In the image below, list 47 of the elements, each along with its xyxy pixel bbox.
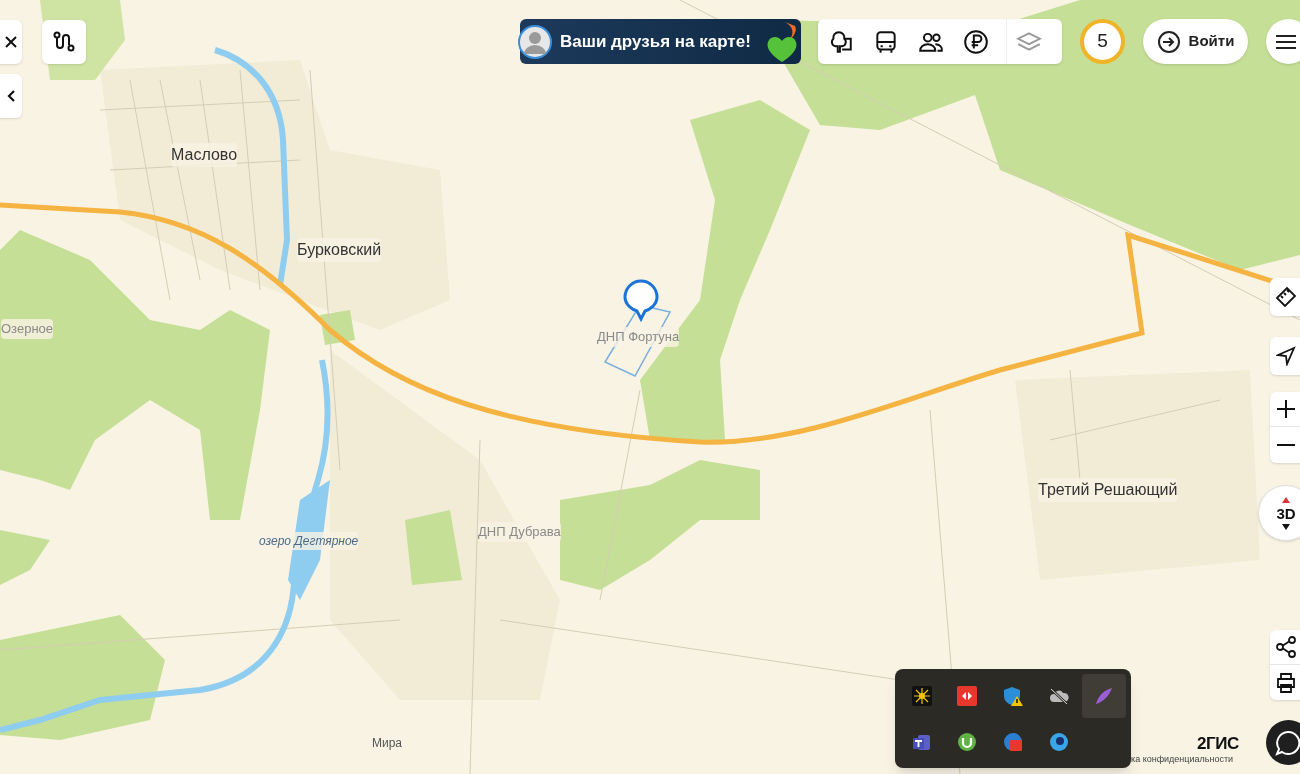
locate-button[interactable]: [1270, 337, 1300, 375]
map-label: Маслово: [171, 143, 238, 167]
collapse-button[interactable]: [0, 74, 22, 118]
menu-icon: [1276, 33, 1296, 50]
map-label: Третий Решающий: [1038, 478, 1178, 502]
ruler-button[interactable]: [1270, 278, 1300, 316]
share-icon: [1275, 636, 1297, 658]
plus-icon: [1277, 400, 1295, 418]
map-label: ДНП Фортуна: [597, 327, 680, 347]
remote-desktop-icon: [957, 686, 978, 706]
teams-icon: [911, 732, 932, 752]
cloud-off-icon: [1048, 686, 1069, 706]
map-label: Бурковский: [297, 238, 382, 262]
forest-area: [0, 530, 50, 585]
map-label: озеро Дегтярное: [259, 532, 359, 550]
shield-warning-icon: [1003, 686, 1023, 706]
chevron-left-icon: [6, 89, 16, 103]
map-label: ДНП Дубрава: [478, 522, 561, 542]
compass-label: 3D: [1276, 505, 1296, 521]
north-arrow-icon: [1282, 496, 1290, 503]
ruble-icon: [962, 28, 989, 55]
feather-icon: [1094, 686, 1115, 706]
compass-control[interactable]: 3D: [1258, 485, 1300, 541]
orb-icon: [1048, 732, 1069, 752]
chat-bubble-icon: [1275, 729, 1300, 756]
route-icon: [52, 31, 76, 53]
sun-icon: [911, 686, 932, 706]
login-icon: [1156, 29, 1181, 54]
friends-banner[interactable]: Ваши друзья на карте!: [520, 19, 801, 64]
close-button[interactable]: [0, 20, 22, 64]
banner-text: Ваши друзья на карте!: [560, 30, 751, 53]
location-marker: [623, 279, 659, 321]
ruler-icon: [1275, 286, 1297, 308]
navigation-arrow-icon: [1276, 346, 1296, 366]
torrent-icon: [957, 732, 978, 752]
privacy-link[interactable]: ка конфиденциальности: [1131, 753, 1234, 767]
printer-icon: [1275, 671, 1297, 694]
close-icon: [4, 35, 18, 49]
forest-area: [320, 310, 355, 345]
minus-icon: [1277, 442, 1295, 447]
chat-button[interactable]: [1266, 720, 1300, 765]
logo-text: 2ГИС: [1197, 733, 1239, 755]
avatar-icon: [518, 24, 552, 59]
map-label: Озерное: [1, 319, 54, 339]
route-button[interactable]: [42, 20, 86, 64]
south-arrow-icon: [1282, 523, 1290, 530]
login-button[interactable]: Войти: [1143, 19, 1248, 64]
